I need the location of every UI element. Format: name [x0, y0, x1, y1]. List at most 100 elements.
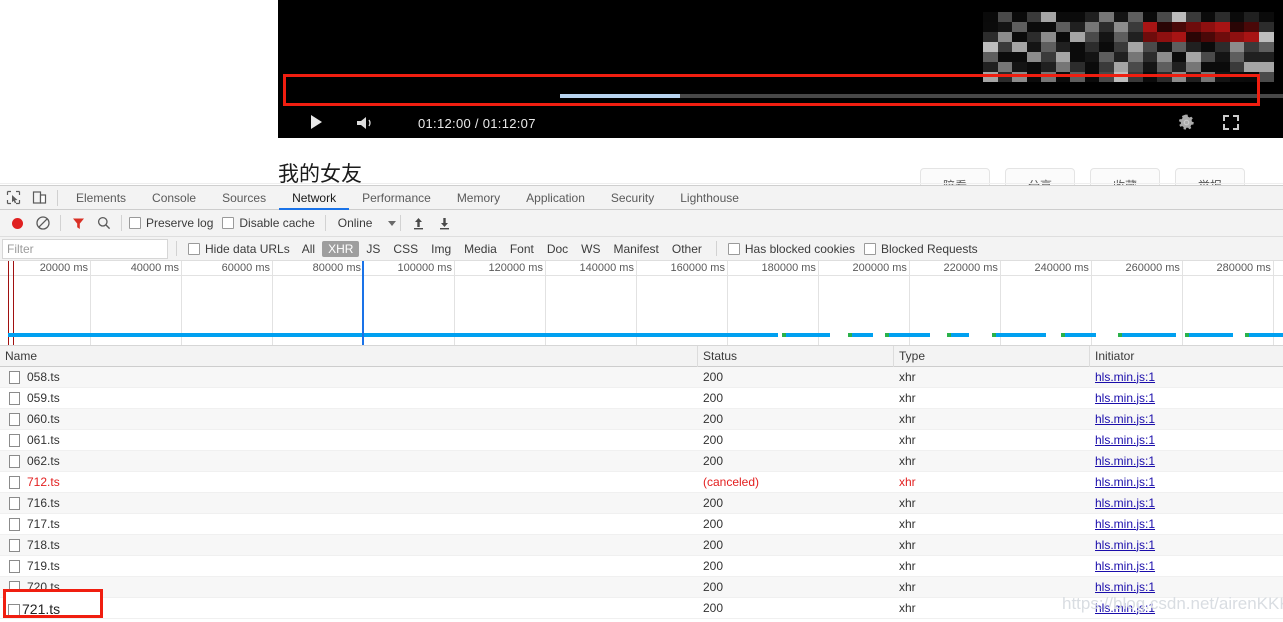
initiator-link[interactable]: hls.min.js:1 — [1095, 493, 1155, 514]
type-filter-css[interactable]: CSS — [387, 241, 424, 257]
tab-sources[interactable]: Sources — [209, 186, 279, 210]
fullscreen-icon[interactable] — [1223, 115, 1239, 130]
cell-name[interactable]: 719.ts — [0, 556, 698, 577]
network-overview-timeline[interactable]: 20000 ms 40000 ms 60000 ms 80000 ms 100000 m… — [0, 261, 1283, 346]
cell-status: 200 — [698, 409, 894, 430]
table-row[interactable]: 059.ts 200 xhr hls.min.js:1 — [0, 388, 1283, 409]
column-header-initiator[interactable]: Initiator — [1090, 346, 1283, 367]
throttling-dropdown[interactable]: Online — [338, 216, 397, 230]
cell-name[interactable]: 718.ts — [0, 535, 698, 556]
tab-memory[interactable]: Memory — [444, 186, 513, 210]
type-filter-doc[interactable]: Doc — [541, 241, 574, 257]
type-filter-font[interactable]: Font — [504, 241, 540, 257]
search-icon[interactable] — [91, 210, 117, 236]
checkbox-box[interactable] — [222, 217, 234, 229]
type-filter-manifest[interactable]: Manifest — [608, 241, 665, 257]
type-filter-media[interactable]: Media — [458, 241, 503, 257]
type-filter-all[interactable]: All — [296, 241, 321, 257]
cell-name[interactable]: 712.ts — [0, 472, 698, 493]
checkbox-box[interactable] — [864, 243, 876, 255]
type-filter-xhr[interactable]: XHR — [322, 241, 359, 257]
checkbox-box[interactable] — [728, 243, 740, 255]
cell-name[interactable]: 059.ts — [0, 388, 698, 409]
hide-data-urls-checkbox[interactable]: Hide data URLs — [188, 242, 290, 256]
cell-name[interactable]: 716.ts — [0, 493, 698, 514]
table-row[interactable]: 060.ts 200 xhr hls.min.js:1 — [0, 409, 1283, 430]
cell-name[interactable]: 720.ts — [0, 577, 698, 598]
column-header-status[interactable]: Status — [698, 346, 894, 367]
cell-name[interactable]: 721.ts — [0, 598, 698, 619]
table-row[interactable]: 061.ts 200 xhr hls.min.js:1 — [0, 430, 1283, 451]
mosaic-cell — [983, 42, 998, 52]
column-header-type[interactable]: Type — [894, 346, 1090, 367]
checkbox-box[interactable] — [129, 217, 141, 229]
tab-elements[interactable]: Elements — [63, 186, 139, 210]
type-filter-js[interactable]: JS — [360, 241, 386, 257]
checkbox-box[interactable] — [188, 243, 200, 255]
table-row[interactable]: 721.ts 200 xhr hls.min.js:1 — [0, 598, 1283, 619]
clear-icon[interactable] — [30, 210, 56, 236]
initiator-link[interactable]: hls.min.js:1 — [1095, 451, 1155, 472]
tab-lighthouse[interactable]: Lighthouse — [667, 186, 752, 210]
gear-icon[interactable] — [1178, 114, 1195, 131]
tab-application[interactable]: Application — [513, 186, 598, 210]
type-filter-other[interactable]: Other — [666, 241, 708, 257]
mosaic-cell — [983, 12, 998, 22]
cell-name[interactable]: 058.ts — [0, 367, 698, 388]
initiator-link[interactable]: hls.min.js:1 — [1095, 367, 1155, 388]
video-control-bar[interactable]: 01:12:00 / 01:12:07 — [278, 105, 1283, 138]
devtools-tab-list[interactable]: Elements Console Sources Network Perform… — [63, 186, 752, 210]
mosaic-cell — [1027, 22, 1042, 32]
cell-name[interactable]: 717.ts — [0, 514, 698, 535]
has-blocked-cookies-checkbox[interactable]: Has blocked cookies — [728, 242, 855, 256]
tab-performance[interactable]: Performance — [349, 186, 444, 210]
record-icon[interactable] — [4, 210, 30, 236]
video-player[interactable]: 01:12:00 / 01:12:07 — [278, 0, 1283, 138]
resource-type-filters[interactable]: All XHR JS CSS Img Media Font Doc WS Man… — [296, 241, 708, 257]
initiator-link[interactable]: hls.min.js:1 — [1095, 472, 1155, 493]
blocked-requests-checkbox[interactable]: Blocked Requests — [864, 242, 978, 256]
initiator-link[interactable]: hls.min.js:1 — [1095, 535, 1155, 556]
play-icon[interactable] — [311, 115, 322, 129]
table-row[interactable]: 062.ts 200 xhr hls.min.js:1 — [0, 451, 1283, 472]
mosaic-cell — [983, 22, 998, 32]
download-icon[interactable] — [431, 210, 457, 236]
tab-security[interactable]: Security — [598, 186, 667, 210]
disable-cache-checkbox[interactable]: Disable cache — [222, 216, 314, 230]
cell-type: xhr — [894, 409, 1090, 430]
device-toolbar-icon[interactable] — [26, 186, 52, 210]
inspect-element-icon[interactable] — [0, 186, 26, 210]
mosaic-cell — [1128, 32, 1143, 42]
initiator-link[interactable]: hls.min.js:1 — [1095, 598, 1155, 619]
table-row[interactable]: 720.ts 200 xhr hls.min.js:1 — [0, 577, 1283, 598]
cell-name[interactable]: 062.ts — [0, 451, 698, 472]
cell-name[interactable]: 060.ts — [0, 409, 698, 430]
column-header-name[interactable]: Name — [0, 346, 698, 367]
mosaic-cell — [1012, 52, 1027, 62]
table-row[interactable]: 712.ts (canceled) xhr hls.min.js:1 — [0, 472, 1283, 493]
table-row[interactable]: 058.ts 200 xhr hls.min.js:1 — [0, 367, 1283, 388]
initiator-link[interactable]: hls.min.js:1 — [1095, 556, 1155, 577]
cell-name[interactable]: 061.ts — [0, 430, 698, 451]
tab-network[interactable]: Network — [279, 186, 349, 210]
type-filter-img[interactable]: Img — [425, 241, 457, 257]
tab-console[interactable]: Console — [139, 186, 209, 210]
filter-input[interactable]: Filter — [2, 239, 168, 259]
preserve-log-checkbox[interactable]: Preserve log — [129, 216, 213, 230]
filter-funnel-icon[interactable] — [65, 210, 91, 236]
initiator-link[interactable]: hls.min.js:1 — [1095, 409, 1155, 430]
initiator-link[interactable]: hls.min.js:1 — [1095, 388, 1155, 409]
chevron-down-icon[interactable] — [388, 221, 396, 226]
volume-icon[interactable] — [356, 116, 378, 130]
initiator-link[interactable]: hls.min.js:1 — [1095, 577, 1155, 598]
type-filter-ws[interactable]: WS — [575, 241, 606, 257]
timeline-cursor[interactable] — [362, 261, 364, 346]
table-row[interactable]: 716.ts 200 xhr hls.min.js:1 — [0, 493, 1283, 514]
upload-icon[interactable] — [405, 210, 431, 236]
table-row[interactable]: 718.ts 200 xhr hls.min.js:1 — [0, 535, 1283, 556]
initiator-link[interactable]: hls.min.js:1 — [1095, 514, 1155, 535]
table-row[interactable]: 717.ts 200 xhr hls.min.js:1 — [0, 514, 1283, 535]
mosaic-cell — [1027, 52, 1042, 62]
initiator-link[interactable]: hls.min.js:1 — [1095, 430, 1155, 451]
table-row[interactable]: 719.ts 200 xhr hls.min.js:1 — [0, 556, 1283, 577]
